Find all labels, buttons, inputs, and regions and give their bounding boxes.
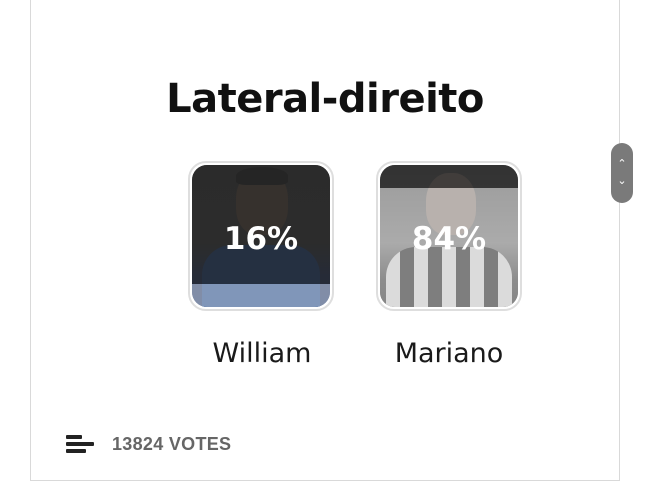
votes-footer: 13824 VOTES	[66, 432, 231, 456]
bar-chart-icon	[66, 435, 94, 453]
poll-title: Lateral-direito	[166, 76, 484, 122]
poll-card: Lateral-direito 16% 84% William Mariano	[30, 0, 620, 481]
percent-label-mariano: 84%	[411, 221, 487, 257]
poll-option-william[interactable]: 16%	[188, 161, 334, 311]
result-overlay	[380, 165, 518, 188]
player-photo-mariano: 84%	[380, 165, 518, 307]
scroll-control[interactable]: ⌃ ⌄	[611, 143, 633, 203]
result-fill	[192, 284, 330, 307]
option-name-mariano: Mariano	[394, 338, 504, 369]
chevron-up-icon[interactable]: ⌃	[617, 159, 626, 170]
chevron-down-icon[interactable]: ⌄	[617, 176, 626, 187]
percent-label-william: 16%	[223, 221, 299, 257]
poll-option-mariano[interactable]: 84%	[376, 161, 522, 311]
option-name-william: William	[212, 338, 312, 369]
player-photo-william: 16%	[192, 165, 330, 307]
votes-count: 13824 VOTES	[112, 433, 232, 454]
